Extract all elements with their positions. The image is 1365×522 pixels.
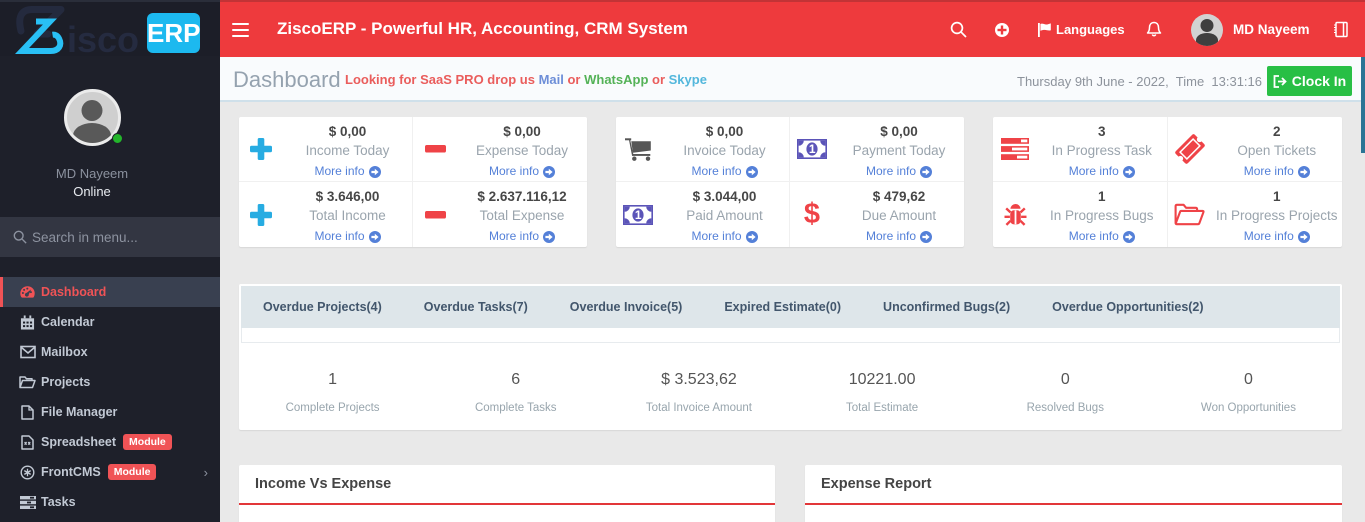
- svg-text:1: 1: [635, 208, 642, 222]
- svg-text:1: 1: [809, 142, 816, 156]
